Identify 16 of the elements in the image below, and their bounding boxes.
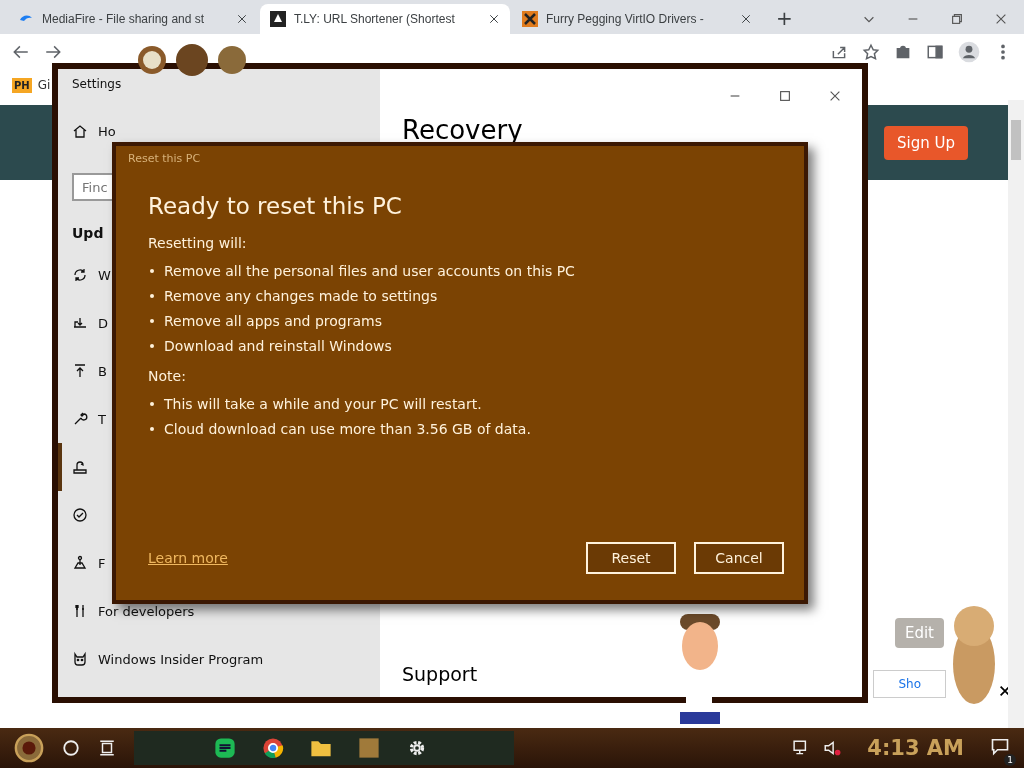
list-item-text: This will take a while and your PC will restart.	[164, 395, 482, 412]
window-title: Settings	[72, 77, 123, 91]
section-heading: Support	[402, 663, 479, 685]
page-heading: Recovery	[402, 115, 524, 145]
list-item-text: Remove all apps and programs	[164, 312, 382, 329]
section-heading: Upd	[72, 225, 105, 241]
bookmark-favicon: PH	[12, 77, 32, 93]
list-item-text: Download and reinstall Windows	[164, 337, 392, 354]
list-item-text: Cloud download can use more than 3.56 GB of data.	[164, 420, 531, 437]
intro-text: Resetting will:	[148, 235, 248, 251]
list-item-text: Remove any changes made to settings	[164, 287, 438, 304]
dialog-title: Reset this PC	[128, 152, 202, 165]
note-label: Note:	[148, 368, 187, 384]
notification-badge: 1	[1004, 754, 1016, 766]
list-item-text: Remove all the personal files and user accounts on this PC	[164, 262, 575, 279]
dialog-heading: Ready to reset this PC	[148, 193, 403, 219]
